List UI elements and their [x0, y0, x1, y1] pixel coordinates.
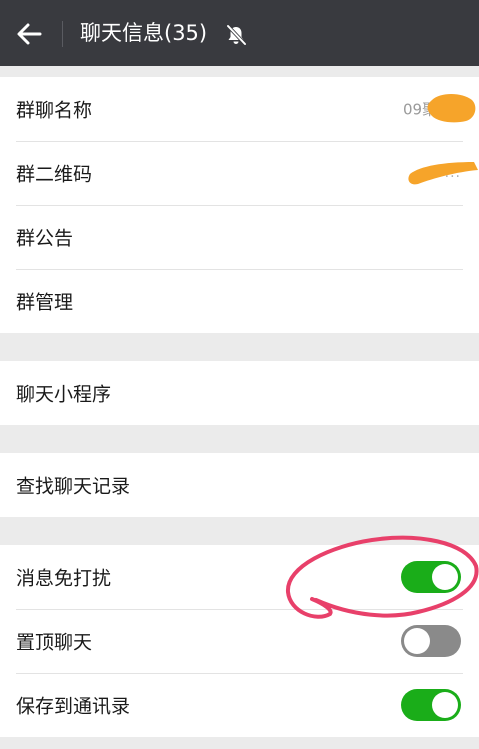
- row-group-qrcode[interactable]: 群二维码 ...: [0, 141, 479, 205]
- row-label: 消息免打扰: [16, 567, 112, 590]
- row-mute-notifications: 消息免打扰: [0, 545, 479, 609]
- row-label: 保存到通讯录: [16, 695, 131, 718]
- title-bar: 聊天信息(35): [0, 0, 479, 66]
- toggle-knob: [432, 692, 458, 718]
- row-mini-programs[interactable]: 聊天小程序: [0, 361, 479, 425]
- bell-off-icon: [226, 24, 247, 46]
- arrow-left-icon: [17, 23, 42, 45]
- row-group-name[interactable]: 群聊名称 09聚: [0, 77, 479, 141]
- group-info: 群聊名称 09聚 群二维码 ... 群公告 群管理: [0, 77, 479, 333]
- mute-notifications-toggle[interactable]: [401, 561, 461, 593]
- row-label: 群二维码: [16, 163, 93, 186]
- group-search: 查找聊天记录: [0, 453, 479, 517]
- row-group-manage[interactable]: 群管理: [0, 269, 479, 333]
- row-label: 置顶聊天: [16, 631, 93, 654]
- row-label: 群公告: [16, 227, 74, 250]
- group-settings: 消息免打扰 置顶聊天 保存到通讯录: [0, 545, 479, 737]
- row-search-history[interactable]: 查找聊天记录: [0, 453, 479, 517]
- row-save-to-contacts: 保存到通讯录: [0, 673, 479, 737]
- group-name-value: 09聚: [403, 100, 438, 119]
- page-title: 聊天信息(35): [80, 21, 208, 45]
- pin-chat-toggle[interactable]: [401, 625, 461, 657]
- title-divider: [62, 21, 63, 47]
- back-button[interactable]: [8, 13, 50, 55]
- save-to-contacts-toggle[interactable]: [401, 689, 461, 721]
- row-label: 查找聊天记录: [16, 475, 131, 498]
- row-label: 群管理: [16, 291, 74, 314]
- row-label: 群聊名称: [16, 99, 93, 122]
- row-pin-chat: 置顶聊天: [0, 609, 479, 673]
- toggle-knob: [404, 628, 430, 654]
- row-label: 聊天小程序: [16, 383, 112, 406]
- group-mini-programs: 聊天小程序: [0, 361, 479, 425]
- toggle-knob: [432, 564, 458, 590]
- qrcode-value: ...: [444, 165, 461, 181]
- row-group-notice[interactable]: 群公告: [0, 205, 479, 269]
